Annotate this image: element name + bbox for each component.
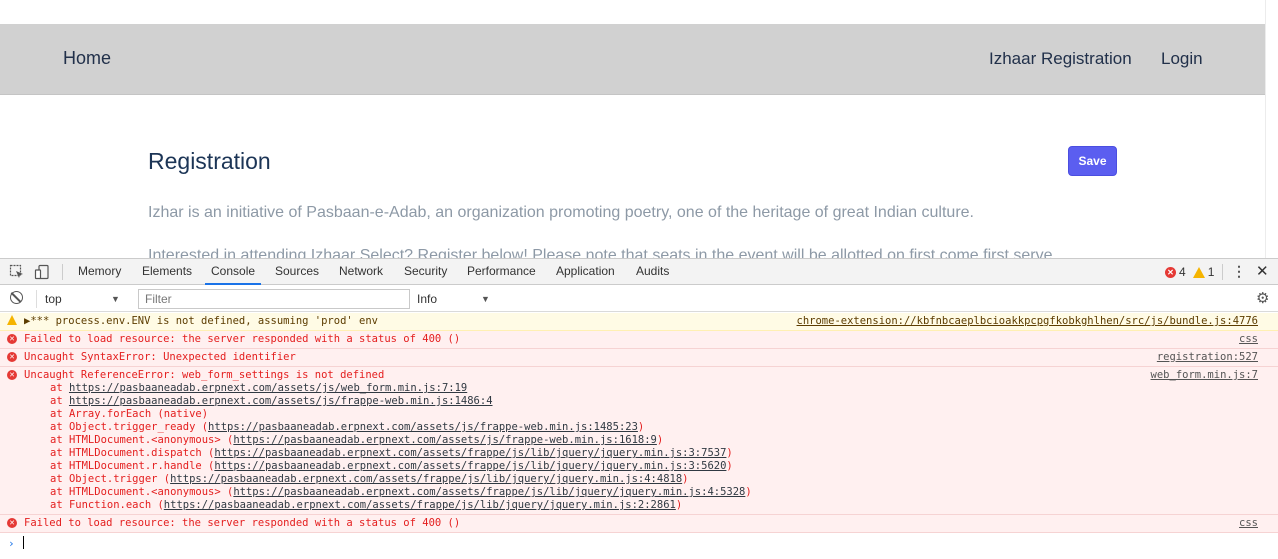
tab-console[interactable]: Console [205, 259, 262, 285]
console-message-error: ✕ Failed to load resource: the server re… [0, 515, 1278, 533]
nav-home-link[interactable]: Home [63, 48, 111, 69]
warning-count: 1 [1207, 265, 1215, 279]
stack-frame-link[interactable]: https://pasbaaneadab.erpnext.com/assets/… [208, 421, 638, 433]
stack-frame-link[interactable]: https://pasbaaneadab.erpnext.com/assets/… [69, 395, 493, 407]
console-output: ▶*** process.env.ENV is not defined, ass… [0, 313, 1278, 559]
context-selector[interactable]: top ▼ [36, 290, 126, 308]
message-source-link[interactable]: registration:527 [1157, 351, 1258, 364]
log-level-selector[interactable]: Info ▼ [411, 290, 496, 308]
message-text: Failed to load resource: the server resp… [24, 333, 461, 345]
tab-network[interactable]: Network [333, 259, 389, 285]
message-text: Uncaught SyntaxError: Unexpected identif… [24, 351, 296, 363]
web-page: Home Izhaar Registration Login Registrat… [0, 0, 1278, 258]
message-text: Failed to load resource: the server resp… [24, 517, 461, 529]
nav-login-link[interactable]: Login [1161, 49, 1203, 69]
console-prompt[interactable]: › [0, 533, 1278, 551]
message-source-link[interactable]: css [1239, 333, 1258, 346]
tab-application[interactable]: Application [550, 259, 621, 285]
nav-registration-link[interactable]: Izhaar Registration [989, 49, 1132, 69]
more-options-icon[interactable]: ⋮ [1232, 264, 1246, 280]
inspect-element-icon[interactable] [9, 264, 25, 280]
context-value: top [45, 292, 62, 306]
console-message-error: ✕ Uncaught ReferenceError: web_form_sett… [0, 367, 1278, 515]
tab-sources[interactable]: Sources [269, 259, 325, 285]
stack-frame: at https://pasbaaneadab.erpnext.com/asse… [50, 395, 493, 407]
tab-performance[interactable]: Performance [461, 259, 542, 285]
text-cursor [23, 536, 24, 549]
error-icon: ✕ [7, 352, 17, 362]
device-toolbar-icon[interactable] [34, 264, 50, 280]
message-source-link[interactable]: chrome-extension://kbfnbcaeplbcioakkpcpg… [797, 315, 1258, 328]
message-text: Uncaught ReferenceError: web_form_settin… [24, 369, 385, 381]
intro-text-2: Interested in attending Izhaar Select? R… [148, 247, 1053, 258]
chevron-down-icon: ▼ [481, 294, 490, 304]
tab-audits[interactable]: Audits [630, 259, 675, 285]
stack-frame: at Function.each (https://pasbaaneadab.e… [50, 499, 683, 511]
devtools-panel: Memory Elements Console Sources Network … [0, 258, 1278, 559]
stack-trace: at https://pasbaaneadab.erpnext.com/asse… [24, 382, 1254, 512]
chevron-down-icon: ▼ [111, 294, 120, 304]
stack-frame: at HTMLDocument.r.handle (https://pasbaa… [50, 460, 733, 472]
message-source-link[interactable]: web_form.min.js:7 [1151, 369, 1258, 382]
page-title: Registration [148, 148, 271, 174]
tab-security[interactable]: Security [398, 259, 453, 285]
warning-icon [7, 315, 17, 325]
error-count: 4 [1179, 265, 1186, 279]
error-icon: ✕ [7, 370, 17, 380]
stack-frame: at Array.forEach (native) [50, 408, 209, 420]
gear-icon[interactable]: ⚙ [1256, 291, 1269, 306]
stack-frame-link[interactable]: https://pasbaaneadab.erpnext.com/assets/… [69, 382, 467, 394]
devtools-tabbar: Memory Elements Console Sources Network … [0, 259, 1278, 285]
console-message-error: ✕ Failed to load resource: the server re… [0, 331, 1278, 349]
stack-frame: at https://pasbaaneadab.erpnext.com/asse… [50, 382, 468, 394]
stack-frame: at HTMLDocument.<anonymous> (https://pas… [50, 434, 664, 446]
console-message-warning: ▶*** process.env.ENV is not defined, ass… [0, 313, 1278, 331]
warning-icon [1192, 266, 1205, 278]
message-text[interactable]: ▶*** process.env.ENV is not defined, ass… [24, 315, 378, 327]
chevron-right-icon: › [8, 537, 15, 550]
stack-frame-link[interactable]: https://pasbaaneadab.erpnext.com/assets/… [164, 499, 676, 511]
filter-input[interactable] [138, 289, 410, 309]
page-scrollbar[interactable] [1265, 0, 1278, 258]
log-level-value: Info [417, 292, 438, 306]
navbar: Home Izhaar Registration Login [0, 24, 1265, 95]
clear-console-icon[interactable] [10, 291, 23, 304]
close-devtools-icon[interactable]: ✕ [1256, 262, 1269, 280]
tab-elements[interactable]: Elements [136, 259, 198, 285]
console-toolbar: top ▼ Info ▼ ⚙ [0, 286, 1278, 312]
save-button[interactable]: Save [1068, 146, 1117, 176]
tab-divider [1222, 264, 1223, 280]
stack-frame: at Object.trigger (https://pasbaaneadab.… [50, 473, 689, 485]
intro-text: Izhar is an initiative of Pasbaan-e-Adab… [148, 204, 974, 221]
issue-counter[interactable]: ✕ 4 1 [1165, 265, 1214, 279]
stack-frame: at HTMLDocument.<anonymous> (https://pas… [50, 486, 752, 498]
stack-frame-link[interactable]: https://pasbaaneadab.erpnext.com/assets/… [214, 460, 726, 472]
stack-frame: at Object.trigger_ready (https://pasbaan… [50, 421, 645, 433]
error-icon: ✕ [1165, 266, 1176, 278]
stack-frame: at HTMLDocument.dispatch (https://pasbaa… [50, 447, 733, 459]
stack-frame-link[interactable]: https://pasbaaneadab.erpnext.com/assets/… [233, 486, 745, 498]
tab-divider [62, 264, 63, 280]
error-icon: ✕ [7, 334, 17, 344]
tab-memory[interactable]: Memory [72, 259, 127, 285]
error-icon: ✕ [7, 518, 17, 528]
stack-frame-link[interactable]: https://pasbaaneadab.erpnext.com/assets/… [233, 434, 657, 446]
console-message-error: ✕ Uncaught SyntaxError: Unexpected ident… [0, 349, 1278, 367]
message-source-link[interactable]: css [1239, 517, 1258, 530]
stack-frame-link[interactable]: https://pasbaaneadab.erpnext.com/assets/… [170, 473, 682, 485]
stack-frame-link[interactable]: https://pasbaaneadab.erpnext.com/assets/… [214, 447, 726, 459]
